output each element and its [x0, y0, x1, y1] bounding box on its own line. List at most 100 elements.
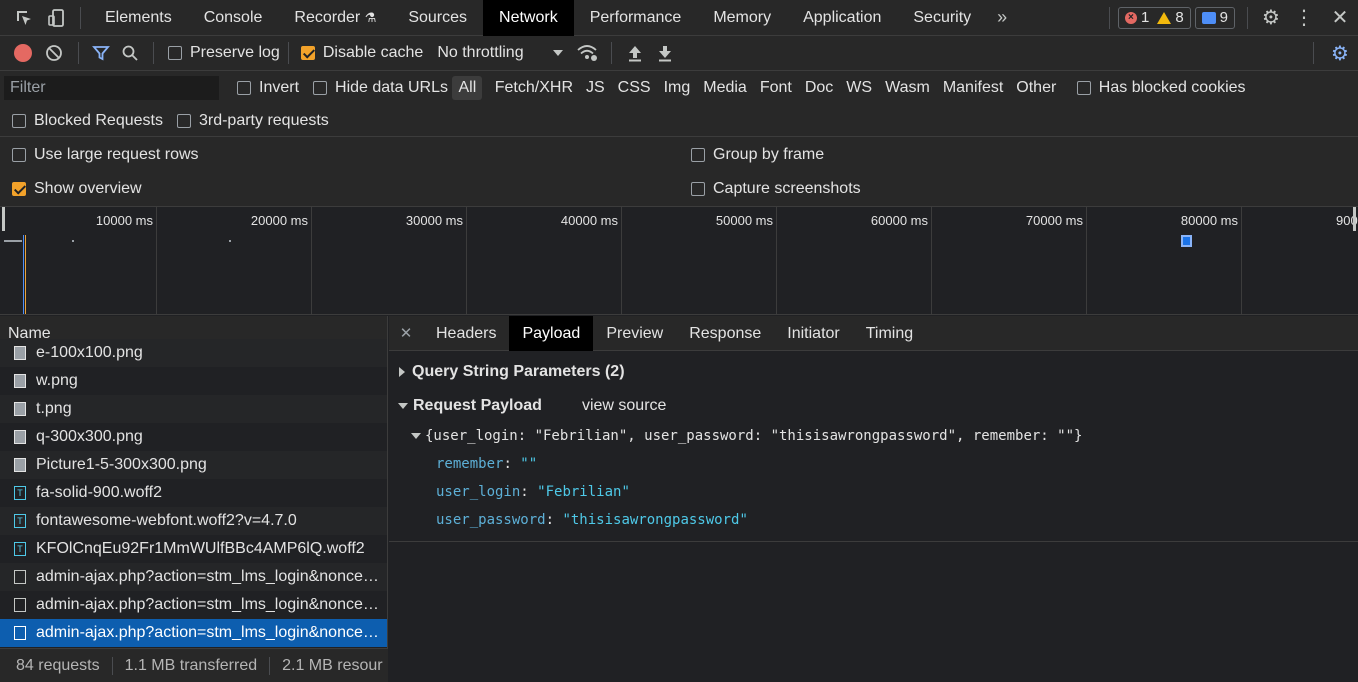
filter-type-css[interactable]: CSS — [612, 76, 657, 100]
hide-data-urls-box[interactable] — [313, 81, 328, 95]
document-file-icon — [14, 598, 26, 612]
tab-application[interactable]: Application — [787, 0, 897, 36]
blocked-requests-box[interactable] — [12, 113, 26, 128]
group-by-frame-checkbox[interactable]: Group by frame — [691, 146, 824, 164]
request-row[interactable]: T KFOlCnqEu92Fr1MmWUlfBBc4AMP6lQ.woff2 — [0, 535, 387, 563]
has-blocked-cookies-checkbox[interactable]: Has blocked cookies — [1076, 79, 1246, 97]
large-request-rows-checkbox[interactable]: Use large request rows — [12, 146, 199, 164]
export-har-download-icon[interactable] — [650, 44, 680, 62]
preserve-log-checkbox[interactable]: Preserve log — [168, 44, 280, 62]
filter-type-manifest[interactable]: Manifest — [937, 76, 1009, 100]
query-string-section[interactable]: Query String Parameters (2) — [389, 362, 1358, 382]
error-count-badge[interactable]: × 1 8 — [1117, 6, 1191, 29]
overview-window-left-handle[interactable] — [2, 207, 5, 231]
tab-sources[interactable]: Sources — [392, 0, 483, 36]
network-settings-gear-icon[interactable]: ⚙ — [1322, 41, 1358, 66]
show-overview-checkbox[interactable]: Show overview — [12, 180, 142, 198]
dropdown-arrow-icon — [553, 50, 564, 56]
invert-box[interactable] — [237, 81, 251, 95]
capture-screenshots-box[interactable] — [691, 182, 705, 196]
preserve-log-box[interactable] — [168, 46, 182, 60]
detail-tab-payload[interactable]: Payload — [509, 315, 594, 351]
blocked-requests-checkbox[interactable]: Blocked Requests — [12, 112, 163, 130]
overview-window-right-handle[interactable] — [1353, 207, 1356, 231]
group-by-frame-box[interactable] — [691, 147, 705, 162]
filter-input[interactable]: Filter — [4, 76, 219, 100]
large-request-rows-box[interactable] — [12, 147, 26, 162]
filter-type-all[interactable]: All — [452, 76, 483, 100]
group-by-frame-label: Group by frame — [713, 145, 825, 163]
blocked-requests-label: Blocked Requests — [34, 111, 163, 129]
filter-type-wasm[interactable]: Wasm — [879, 76, 936, 100]
hide-data-urls-checkbox[interactable]: Hide data URLs — [313, 79, 448, 97]
filter-type-other[interactable]: Other — [1010, 76, 1062, 100]
request-row[interactable]: Tfa-solid-900.woff2 — [0, 479, 387, 507]
colon: : — [520, 484, 538, 500]
capture-screenshots-checkbox[interactable]: Capture screenshots — [691, 180, 861, 198]
request-row-selected[interactable]: admin-ajax.php?action=stm_lms_login&nonc… — [0, 619, 387, 647]
filter-type-ws[interactable]: WS — [840, 76, 878, 100]
kebab-menu-icon[interactable]: ⋮ — [1286, 5, 1322, 30]
close-detail-icon[interactable]: ✕ — [389, 324, 423, 342]
detail-tab-initiator[interactable]: Initiator — [774, 316, 852, 351]
throttling-select[interactable]: No throttling — [437, 44, 564, 62]
document-file-icon — [14, 570, 26, 584]
request-row[interactable]: admin-ajax.php?action=stm_lms_login&nonc… — [0, 591, 387, 619]
tab-recorder[interactable]: Recorder ⚗ — [278, 0, 392, 36]
request-row[interactable]: w.png — [0, 367, 387, 395]
divider — [153, 42, 154, 64]
view-source-link[interactable]: view source — [582, 397, 666, 415]
invert-checkbox[interactable]: Invert — [237, 79, 299, 97]
disable-cache-checkbox[interactable]: Disable cache — [300, 44, 423, 62]
request-row[interactable]: t.png — [0, 395, 387, 423]
tab-elements[interactable]: Elements — [89, 0, 188, 36]
tab-memory[interactable]: Memory — [697, 0, 787, 36]
disable-cache-box[interactable] — [300, 46, 315, 60]
request-row[interactable]: Tfontawesome-webfont.woff2?v=4.7.0 — [0, 507, 387, 535]
request-row[interactable]: Picture1-5-300x300.png — [0, 451, 387, 479]
request-payload-section[interactable]: Request Payload view source — [389, 396, 1358, 416]
filter-type-doc[interactable]: Doc — [799, 76, 839, 100]
close-devtools-icon[interactable]: ✕ — [1322, 5, 1358, 30]
request-row[interactable]: admin-ajax.php?action=stm_lms_login&nonc… — [0, 563, 387, 591]
tab-security[interactable]: Security — [897, 0, 987, 36]
filter-type-media[interactable]: Media — [697, 76, 753, 100]
tab-performance[interactable]: Performance — [574, 0, 698, 36]
detail-tab-preview[interactable]: Preview — [593, 316, 676, 351]
payload-object-summary[interactable]: {user_login: "Febrilian", user_password:… — [389, 426, 1358, 446]
third-party-requests-checkbox[interactable]: 3rd-party requests — [176, 112, 329, 130]
timeline-gridline — [1086, 207, 1087, 314]
inspect-element-icon[interactable] — [6, 0, 42, 36]
filter-type-fetch-xhr[interactable]: Fetch/XHR — [489, 76, 579, 100]
image-file-icon — [14, 402, 26, 416]
network-overview-timeline[interactable]: 10000 ms 20000 ms 30000 ms 40000 ms 5000… — [0, 207, 1358, 315]
detail-tab-timing[interactable]: Timing — [853, 316, 926, 351]
third-party-requests-box[interactable] — [176, 113, 191, 128]
request-name: e-100x100.png — [36, 344, 143, 361]
device-toolbar-icon[interactable] — [42, 0, 72, 36]
more-tabs-chevron-icon[interactable]: » — [987, 7, 1017, 28]
clear-log-button[interactable] — [38, 44, 70, 62]
detail-tab-response[interactable]: Response — [676, 316, 774, 351]
request-list: e-100x100.png w.png t.png q-300x300.png … — [0, 339, 387, 647]
divider — [1108, 6, 1110, 29]
tab-network[interactable]: Network — [483, 0, 574, 36]
has-blocked-cookies-box[interactable] — [1076, 81, 1091, 95]
filter-toggle-button[interactable] — [87, 44, 115, 62]
filter-type-js[interactable]: JS — [580, 76, 611, 100]
show-overview-box[interactable] — [12, 182, 26, 196]
search-button[interactable] — [115, 44, 145, 62]
request-row[interactable]: q-300x300.png — [0, 423, 387, 451]
record-button[interactable] — [8, 44, 38, 62]
request-row[interactable]: e-100x100.png — [0, 339, 387, 367]
message-count-badge[interactable]: 9 — [1194, 6, 1235, 29]
divider — [1247, 6, 1248, 29]
import-har-upload-icon[interactable] — [620, 44, 650, 62]
filter-type-img[interactable]: Img — [658, 76, 697, 100]
detail-tab-headers[interactable]: Headers — [423, 316, 509, 351]
settings-gear-icon[interactable]: ⚙ — [1256, 5, 1286, 30]
tab-console[interactable]: Console — [188, 0, 279, 36]
warning-icon — [1157, 11, 1172, 24]
network-conditions-wifi-icon[interactable] — [571, 44, 603, 62]
filter-type-font[interactable]: Font — [754, 76, 798, 100]
